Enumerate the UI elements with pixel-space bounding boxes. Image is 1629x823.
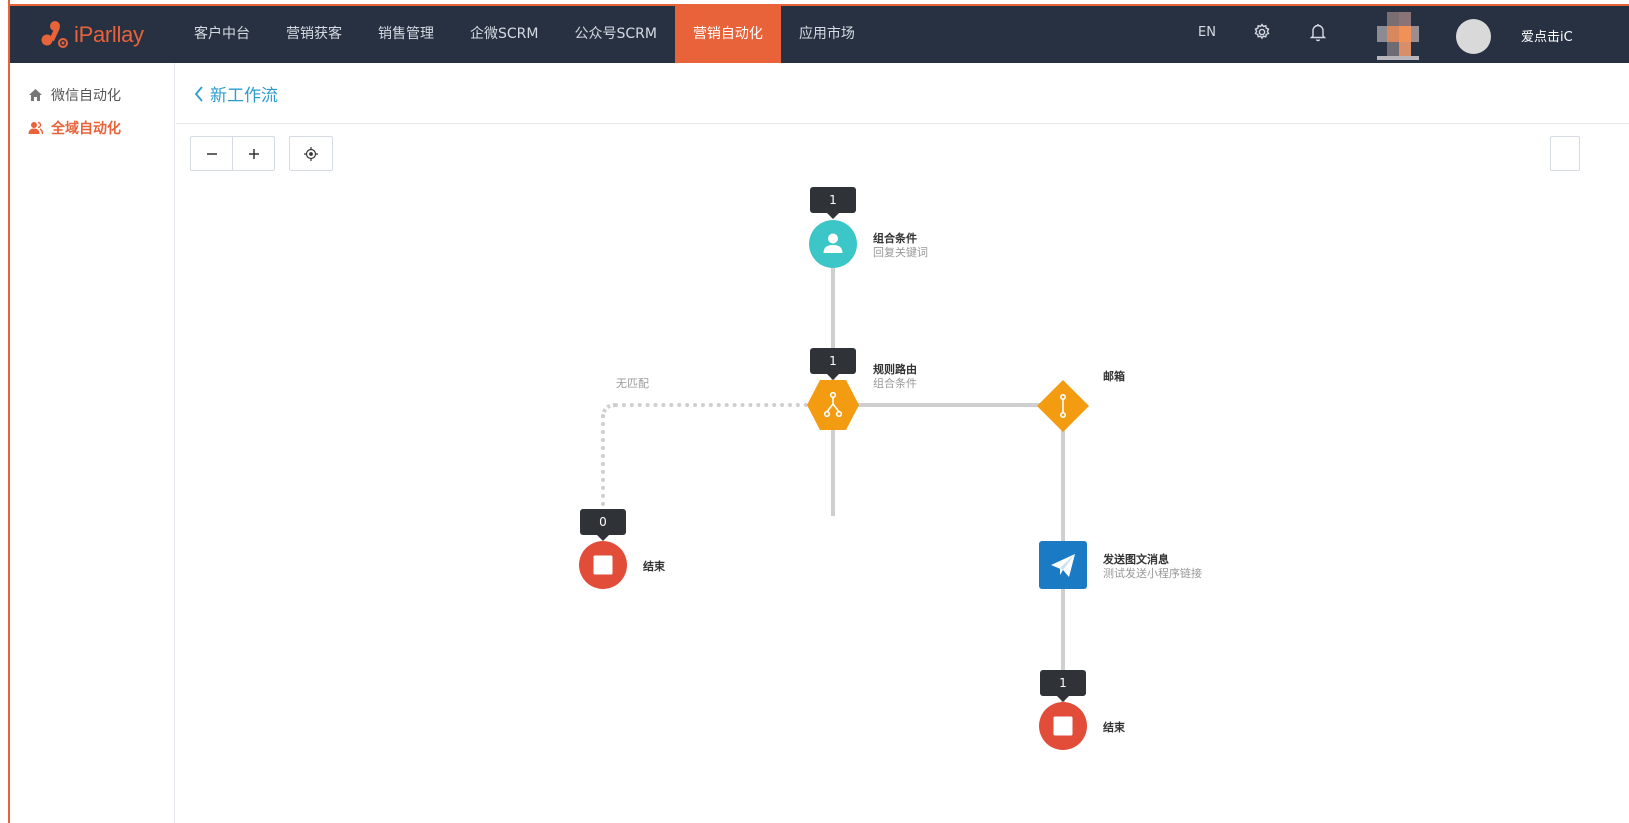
end-node-bottom[interactable] — [1039, 702, 1087, 750]
node-count-badge: 1 — [1040, 670, 1086, 702]
node-count-badge: 0 — [580, 509, 626, 541]
node-count-badge: 1 — [810, 348, 856, 380]
trigger-node-subtitle: 回复关键词 — [873, 246, 928, 259]
nav-item-marketing-automation[interactable]: 营销自动化 — [674, 6, 781, 63]
bell-icon[interactable] — [1309, 22, 1327, 46]
stop-icon — [593, 555, 613, 575]
branch-node-email-title: 邮箱 — [1103, 370, 1125, 383]
nav-item-customer-center[interactable]: 客户中台 — [176, 6, 268, 63]
nav-item-marketing-acquisition[interactable]: 营销获客 — [268, 6, 360, 63]
node-count-badge: 1 — [810, 187, 856, 219]
router-node[interactable] — [807, 380, 859, 430]
send-message-node-subtitle: 测试发送小程序链接 — [1103, 567, 1202, 580]
blurred-image — [1373, 10, 1425, 62]
sidebar-item-wechat-automation[interactable]: 微信自动化 — [28, 85, 121, 105]
trigger-node[interactable] — [809, 220, 857, 268]
main-nav: 客户中台 营销获客 销售管理 企微SCRM 公众号SCRM 营销自动化 应用市场 — [176, 6, 873, 63]
connector-nomatch-corner — [601, 403, 617, 419]
sidebar-item-label: 全域自动化 — [51, 121, 121, 137]
chevron-left-icon — [194, 85, 203, 102]
window-frame-left — [0, 0, 10, 823]
sidebar: 微信自动化 全域自动化 — [10, 63, 175, 823]
logo-icon — [41, 21, 68, 48]
connector-router-nomatch — [614, 403, 808, 407]
page-title: 新工作流 — [210, 86, 278, 106]
sidebar-item-omnichannel-automation[interactable]: 全域自动化 — [28, 118, 121, 138]
username[interactable]: 爱点击iC — [1521, 26, 1573, 45]
nav-item-sales-management[interactable]: 销售管理 — [360, 6, 452, 63]
stop-icon — [1053, 716, 1073, 736]
language-switch[interactable]: EN — [1198, 25, 1216, 40]
send-message-node[interactable] — [1039, 541, 1087, 589]
users-icon — [28, 121, 43, 135]
back-button[interactable]: 新工作流 — [194, 81, 278, 106]
connector-router-email — [858, 403, 1064, 407]
gear-icon[interactable] — [1253, 23, 1271, 45]
end-node-no-match-title: 结束 — [643, 560, 665, 573]
avatar[interactable] — [1456, 19, 1491, 54]
nav-item-wecom-scrm[interactable]: 企微SCRM — [452, 6, 556, 63]
connector-nomatch-end — [601, 414, 605, 514]
branch-label-no-match: 无匹配 — [616, 377, 649, 390]
branch-node-email[interactable] — [1037, 380, 1089, 432]
end-node-no-match[interactable] — [579, 541, 627, 589]
workflow-canvas[interactable]: 1 组合条件 回复关键词 1 规则路由 组合条件 无匹配 邮箱 0 结束 发送图… — [176, 124, 1629, 823]
nav-item-app-market[interactable]: 应用市场 — [781, 6, 873, 63]
page-header: 新工作流 — [176, 63, 1629, 124]
app-logo[interactable]: iParllay — [40, 20, 144, 50]
home-icon — [29, 89, 42, 101]
end-node-bottom-title: 结束 — [1103, 721, 1125, 734]
router-node-subtitle: 组合条件 — [873, 377, 917, 390]
sidebar-item-label: 微信自动化 — [51, 88, 121, 104]
top-navbar: iParllay 客户中台 营销获客 销售管理 企微SCRM 公众号SCRM 营… — [10, 6, 1629, 63]
logo-text: iParllay — [74, 22, 144, 47]
nav-item-official-account-scrm[interactable]: 公众号SCRM — [556, 6, 674, 63]
